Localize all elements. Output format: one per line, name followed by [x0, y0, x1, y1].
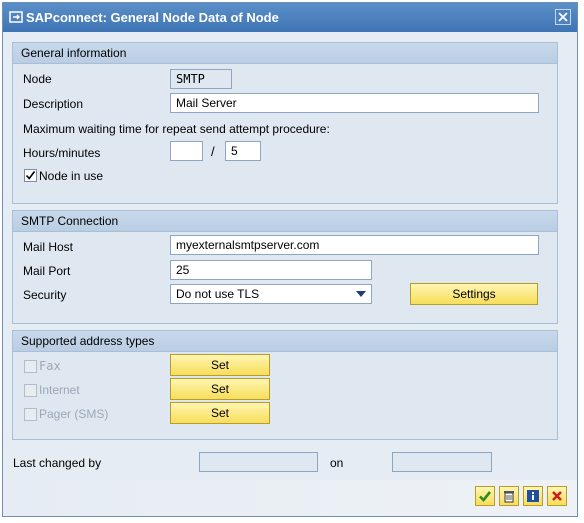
group-header: SMTP Connection	[13, 211, 557, 232]
hours-minutes-label: Hours/minutes	[23, 146, 101, 160]
info-icon[interactable]	[523, 486, 543, 506]
max-wait-label: Maximum waiting time for repeat send att…	[23, 122, 330, 136]
last-changed-field	[199, 452, 318, 472]
on-date-field	[392, 452, 492, 472]
internet-checkbox[interactable]	[24, 384, 37, 397]
fax-set-button[interactable]: Set	[170, 354, 270, 376]
check-mark-icon	[25, 171, 36, 180]
close-icon[interactable]	[555, 9, 571, 25]
hours-field[interactable]	[170, 141, 203, 161]
node-label: Node	[23, 72, 52, 86]
group-general-information: General information Node SMTP Descriptio…	[12, 42, 558, 204]
group-header: Supported address types	[13, 331, 557, 352]
mail-host-field[interactable]: myexternalsmtpserver.com	[170, 235, 539, 255]
security-dropdown[interactable]: Do not use TLS	[170, 284, 372, 304]
settings-button[interactable]: Settings	[410, 283, 538, 305]
last-changed-label: Last changed by	[13, 456, 102, 470]
minutes-field[interactable]: 5	[225, 141, 261, 161]
description-field[interactable]: Mail Server	[170, 93, 539, 113]
on-label: on	[330, 456, 344, 470]
check-icon[interactable]	[475, 486, 495, 506]
group-title: Supported address types	[21, 334, 155, 348]
pager-checkbox[interactable]	[24, 408, 37, 421]
dialog-content: General information Node SMTP Descriptio…	[3, 32, 577, 516]
node-field[interactable]: SMTP	[170, 69, 232, 89]
window-title: SAPconnect: General Node Data of Node	[26, 10, 279, 25]
dialog-window: SAPconnect: General Node Data of Node Ge…	[2, 2, 578, 517]
group-title: SMTP Connection	[21, 214, 119, 228]
slash-separator: /	[211, 144, 215, 159]
node-in-use-checkbox[interactable]	[24, 169, 37, 182]
group-supported-address-types: Supported address types Fax Set Internet…	[12, 330, 558, 440]
internet-set-button[interactable]: Set	[170, 378, 270, 400]
chevron-down-icon[interactable]	[356, 291, 366, 297]
group-title: General information	[21, 46, 127, 60]
description-label: Description	[23, 97, 84, 111]
cancel-icon[interactable]	[547, 486, 567, 506]
title-bar: SAPconnect: General Node Data of Node	[3, 3, 577, 32]
pager-set-button[interactable]: Set	[170, 402, 270, 424]
footer-toolbar	[3, 480, 577, 516]
mail-port-label: Mail Port	[23, 264, 71, 278]
mail-port-field[interactable]: 25	[170, 260, 372, 280]
mail-host-label: Mail Host	[23, 240, 74, 254]
group-header: General information	[13, 43, 557, 64]
fax-checkbox[interactable]	[24, 360, 37, 373]
delete-icon[interactable]	[499, 486, 519, 506]
node-in-use-label: Node in use	[39, 169, 104, 183]
internet-label: Internet	[39, 383, 80, 397]
security-value: Do not use TLS	[176, 287, 260, 301]
sap-window-icon[interactable]	[9, 10, 23, 24]
fax-label: Fax	[39, 359, 61, 373]
group-smtp-connection: SMTP Connection Mail Host myexternalsmtp…	[12, 210, 558, 324]
pager-label: Pager (SMS)	[39, 407, 109, 421]
security-label: Security	[23, 288, 67, 302]
